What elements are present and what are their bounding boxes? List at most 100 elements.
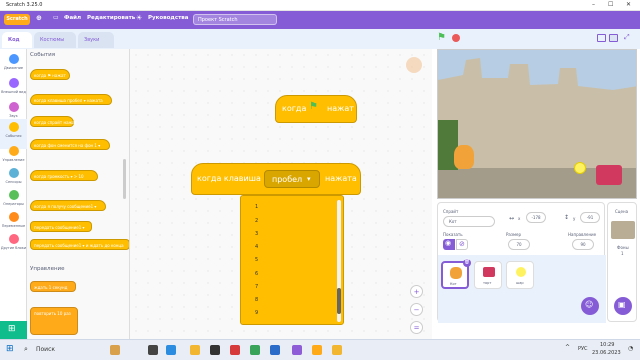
taskbar-search[interactable]: Поиск [36,346,55,353]
scratch-taskbar-icon[interactable] [312,345,322,355]
clock-time[interactable]: 10:29 [600,342,614,348]
app-icon[interactable] [292,345,302,355]
project-title-input[interactable]: Проект Scratch [193,14,277,25]
block-when-backdrop-switches[interactable]: когда фон сменится на фон 1 ▾ [30,139,110,150]
x-input[interactable]: -178 [526,212,546,223]
sprite-thumb-cat[interactable]: Кот 🗑 [441,259,471,289]
category-label: Сенсоры [5,180,22,184]
green-flag-icon: ⚑ [309,101,318,112]
add-backdrop-button[interactable]: ▣ [614,297,632,315]
menu-file[interactable]: Файл [64,15,81,21]
dropdown-item[interactable]: 8 [255,297,258,303]
add-sprite-button[interactable]: ☺ [581,297,599,315]
y-input[interactable]: -91 [580,212,600,223]
window-titlebar: Scratch 3.25.0 – ☐ ✕ [0,0,640,11]
block-when-flag-clicked[interactable]: когда ⚑ нажат [30,69,70,80]
cake-sprite[interactable] [596,165,622,185]
app-icon[interactable] [270,345,280,355]
sprite-thumb-label: торт [483,281,492,285]
dropdown-item[interactable]: 2 [255,218,258,224]
palette-scrollbar[interactable] [123,159,126,199]
block-broadcast[interactable]: передать сообщение1 ▾ [30,221,92,232]
block-when-key-pressed[interactable]: когда клавиша пробел ▾ нажата [30,94,112,105]
dropdown-item[interactable]: 9 [255,310,258,316]
dropdown-item[interactable]: 1 [255,204,258,210]
backdrops-label: Фоны [617,245,629,250]
fullscreen-icon[interactable]: ⤢ [624,33,630,42]
script-when-key-pressed[interactable]: когда клавиша пробел ▾ нажата [191,163,361,195]
app-icon[interactable] [250,345,260,355]
size-input[interactable]: 70 [508,239,530,250]
direction-input[interactable]: 90 [572,239,594,250]
add-extension-button[interactable]: ⊞ [0,321,27,339]
category-my-blocks[interactable]: Другие блоки [0,231,27,261]
block-wait[interactable]: ждать 1 секунд [30,281,76,292]
dropdown-item[interactable]: 4 [255,244,258,250]
dropdown-item[interactable]: 7 [255,284,258,290]
image-add-icon: ▣ [618,300,626,309]
file-icon[interactable]: ▭ [53,14,59,21]
eye-slash-icon: ⊘ [459,240,465,248]
category-dot [8,54,19,64]
zoom-reset-button[interactable]: = [410,321,423,334]
sprite-thumb-label: шар [516,281,524,285]
key-dropdown[interactable]: пробел ▾ [264,170,320,188]
menu-edit[interactable]: Редактировать [87,15,135,21]
tab-sounds[interactable]: Звуки [78,32,114,48]
ball-sprite[interactable] [574,162,586,174]
block-when-sprite-clicked[interactable]: когда спрайт нажат [30,116,77,127]
zoom-in-button[interactable]: + [410,285,423,298]
tab-costumes[interactable]: Костюмы [34,32,76,48]
dropdown-item[interactable]: 3 [255,231,258,237]
app-icon[interactable] [332,345,342,355]
dropdown-item[interactable]: 6 [255,271,258,277]
zoom-out-button[interactable]: − [410,303,423,316]
large-stage-icon[interactable] [609,34,618,42]
block-when-loudness[interactable]: когда громкость ▾ > 10 [30,170,98,181]
edge-icon[interactable] [166,345,176,355]
dropdown-item[interactable]: 5 [255,257,258,263]
tab-code[interactable]: Код [2,32,32,48]
dropdown-scrollbar-thumb[interactable] [337,288,341,314]
direction-label: Направление [568,232,597,237]
menu-tutorials[interactable]: Руководства [148,15,188,21]
show-hidden-button[interactable]: ⊘ [456,239,468,250]
backdrop-thumbnail[interactable] [611,221,635,239]
taskview-icon[interactable] [148,345,158,355]
app-icon[interactable] [230,345,240,355]
small-stage-icon[interactable] [597,34,606,42]
x-arrows-icon: ↔ [509,215,515,222]
app-icon[interactable] [210,345,220,355]
sprite-name-input[interactable]: Кот [443,216,495,227]
scratch-logo[interactable]: Scratch [4,14,30,25]
script-when-flag-clicked[interactable]: когда ⚑ нажат [275,95,357,123]
events-header: События [30,52,56,58]
stage[interactable] [437,49,637,199]
trash-icon[interactable]: 🗑 [463,259,471,267]
cat-add-icon: ☺ [585,300,594,309]
clock-date[interactable]: 23.06.2023 [592,350,621,356]
language-indicator[interactable]: РУС [578,346,588,352]
block-when-receive[interactable]: когда я получу сообщение1 ▾ [30,200,106,211]
stop-button[interactable] [452,34,460,42]
green-flag-button[interactable]: ⚑ [437,32,446,43]
windows-start-icon[interactable]: ⊞ [6,344,14,354]
editor-tabs: Код Костюмы Звуки [0,29,432,49]
stage-panel-title: Сцена [615,209,629,214]
cat-sprite[interactable] [454,145,474,169]
globe-icon[interactable]: ⊕ [36,14,42,22]
block-broadcast-and-wait[interactable]: передать сообщение1 ▾ и ждать до конца [30,239,129,250]
minimize-icon[interactable]: – [592,1,595,8]
block-repeat[interactable]: повторить 10 раз [30,307,78,335]
explorer-icon[interactable] [190,345,200,355]
butterflies-icon [110,345,120,355]
maximize-icon[interactable]: ☐ [608,1,613,8]
sprite-thumb-cake[interactable]: торт [474,261,502,289]
close-icon[interactable]: ✕ [626,1,631,8]
tray-chevron-icon[interactable]: ^ [565,344,570,351]
sprite-thumb-ball[interactable]: шар [506,261,534,289]
show-visible-button[interactable]: ◉ [443,239,455,250]
lightbulb-icon: ☀ [136,14,143,22]
notification-icon[interactable]: ◔ [628,345,633,352]
scripts-area[interactable]: когда ⚑ нажат когда клавиша пробел ▾ наж… [130,49,432,339]
